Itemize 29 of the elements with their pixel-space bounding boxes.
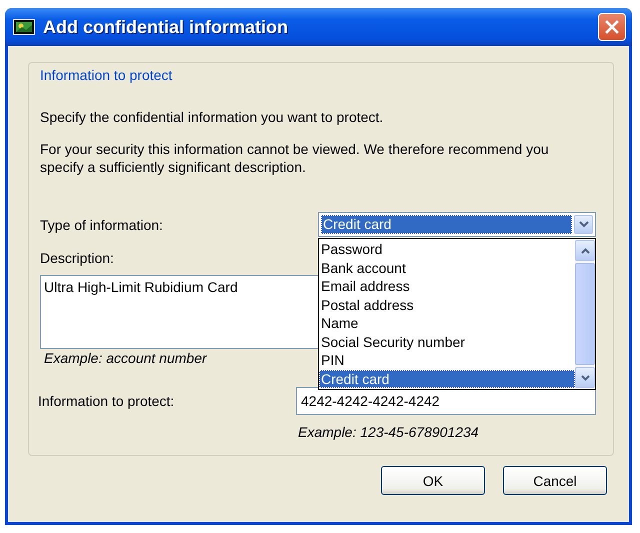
scroll-thumb[interactable] — [575, 263, 595, 365]
window-title: Add confidential information — [43, 16, 289, 38]
dropdown-option[interactable]: PIN — [319, 351, 575, 370]
chevron-down-icon — [580, 374, 590, 380]
type-label: Type of information: — [40, 216, 164, 232]
info-field[interactable]: 4242-4242-4242-4242 — [296, 387, 596, 415]
close-icon — [605, 20, 619, 34]
chevron-up-icon — [580, 248, 590, 254]
info-label: Information to protect: — [38, 393, 176, 409]
dropdown-option[interactable]: Credit card — [319, 370, 575, 388]
dialog-button[interactable]: OK — [381, 466, 485, 495]
dropdown-value: Credit card — [321, 215, 572, 234]
type-dropdown[interactable]: Credit card — [318, 212, 596, 237]
chevron-down-icon — [578, 221, 588, 228]
group-legend: Information to protect — [40, 66, 613, 84]
example-hint: Example: account number — [44, 349, 207, 367]
dropdown-button[interactable] — [574, 215, 593, 234]
scroll-down-button[interactable] — [575, 367, 595, 388]
security-note: For your security this information cannot be viewed. We therefore recommend you specify a sufficiently significant description. — [40, 140, 550, 176]
picture-icon — [13, 19, 35, 35]
dialog-button[interactable]: Cancel — [503, 466, 607, 495]
description-label: Description: — [40, 249, 114, 267]
close-button[interactable] — [598, 13, 626, 41]
instruction-text: Specify the confidential information you want to protect. — [40, 108, 384, 126]
scroll-up-button[interactable] — [575, 240, 595, 261]
dropdown-option[interactable]: Bank account — [319, 258, 575, 277]
scrollbar[interactable] — [575, 239, 595, 389]
dropdown-option[interactable]: Password — [319, 240, 575, 258]
example-hint: Example: 123-45-678901234 — [298, 423, 480, 441]
